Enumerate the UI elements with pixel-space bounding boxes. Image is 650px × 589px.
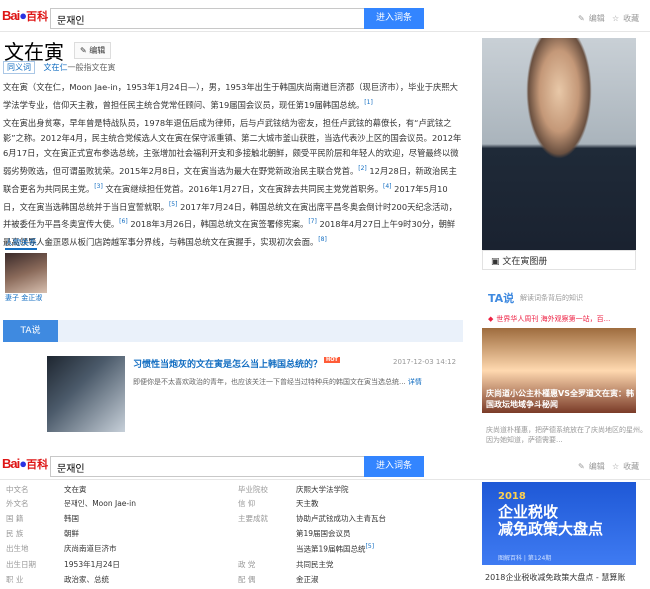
occupation-link[interactable]: 政治家、总统 (64, 574, 109, 585)
baidu-baike-logo[interactable]: Bai●百科 (2, 456, 48, 472)
top-search-bar: Bai●百科 문재인 进入词条 ✎ 编辑 ☆ 收藏 (0, 2, 650, 32)
pencil-icon: ✎ (80, 46, 87, 55)
ta-article-summary: 即便你是不太喜欢政治的青年，也应该关注一下曾经当过特种兵的韩国文在寅当选总统..… (133, 378, 422, 386)
relation-tabs: 人物关系 纠错 (5, 237, 61, 250)
ethnicity-link[interactable]: 朝鲜 (64, 528, 79, 539)
search-input[interactable]: 문재인 (50, 456, 364, 477)
ref-link[interactable]: [8] (318, 236, 327, 243)
album-icon: ▣ (491, 257, 500, 267)
collect-link[interactable]: ☆ 收藏 (612, 13, 639, 24)
ta-section-header: TA说 (3, 320, 463, 342)
tab-correction[interactable]: 纠错 (45, 238, 61, 247)
related-article-title[interactable]: 庆尚道小公主朴槿惠VS全罗道文在寅：韩国政坛地域争斗秘闻 (486, 388, 634, 410)
ref-link[interactable]: [6] (119, 218, 128, 225)
spouse-photo[interactable] (5, 253, 47, 293)
party-link[interactable]: 共同民主党 (296, 559, 334, 570)
table-row: 外文名 문재인、Moon Jae-in 信 仰天主教 (6, 499, 319, 508)
portrait-photo[interactable] (482, 38, 636, 250)
ref-link[interactable]: [1] (364, 99, 373, 106)
ta-article-title[interactable]: 习惯性当炮灰的文在寅是怎么当上韩国总统的？ HOT (133, 357, 340, 370)
bio-paragraph: 文在寅出身贫寒，早年曾是特战队员，1978年退伍后成为律师，后与卢武铉结为密友，… (3, 118, 462, 247)
ta-brand: TA说 (488, 292, 515, 305)
diamond-icon: ◆ (488, 315, 494, 323)
title-edit-button[interactable]: ✎ 编辑 (74, 42, 112, 59)
star-icon: ☆ (612, 462, 620, 471)
album-link[interactable]: ▣ 文在寅图册 (482, 250, 636, 270)
synonym-link[interactable]: 文在仁 (44, 63, 68, 72)
ref-link[interactable]: [5] (366, 543, 375, 550)
tab-relations[interactable]: 人物关系 (5, 238, 37, 250)
table-row: 职 业政治家、总统 配 偶金正淑 (6, 574, 319, 585)
promo-caption[interactable]: 2018企业税收减免政策大盘点 - 慧算账 (485, 572, 625, 583)
ta-label: TA说 (3, 320, 58, 342)
ref-link[interactable]: [3] (94, 183, 103, 190)
edit-link[interactable]: ✎ 编辑 (578, 13, 605, 24)
enter-entry-button[interactable]: 进入词条 (364, 8, 424, 29)
ref-link[interactable]: [5] (169, 201, 178, 208)
table-row: 出生日期 1953年1月24日 政 党共同民主党 (6, 559, 334, 570)
achievement-link[interactable]: 协助卢武铉成功入主青瓦台 (296, 513, 386, 524)
star-icon: ☆ (612, 14, 620, 23)
ref-link[interactable]: [2] (358, 165, 367, 172)
table-row: 国 籍韩国 主要成就 协助卢武铉成功入主青瓦台 (6, 513, 386, 524)
birthplace-link[interactable]: 庆尚南道巨济市 (64, 543, 117, 554)
synonym-tag: 同义词 (3, 61, 35, 74)
summary-paragraph: 文在寅（文在仁，Moon Jae-in，1953年1月24日—），男，1953年… (3, 82, 458, 110)
baidu-baike-logo[interactable]: Bai●百科 (2, 8, 48, 24)
synonym-text: 一般指文在寅 (67, 63, 116, 72)
spouse-caption[interactable]: 妻子 金正淑 (5, 293, 42, 303)
spouse-link[interactable]: 金正淑 (296, 574, 319, 585)
pencil-icon: ✎ (578, 462, 585, 471)
ta-article-date: 2017-12-03 14:12 (393, 358, 457, 366)
edit-link[interactable]: ✎ 编辑 (578, 461, 605, 472)
table-row: 民 族朝鲜 第19届国会议员 (6, 528, 351, 539)
ref-link[interactable]: [4] (383, 183, 392, 190)
collect-link[interactable]: ☆ 收藏 (612, 461, 639, 472)
pencil-icon: ✎ (578, 14, 585, 23)
detail-link[interactable]: 详情 (408, 378, 422, 386)
related-article-summary: 庆尚道朴槿惠，把萨德系统放在了庆尚地区的星州。因为她知道，萨德需要... (486, 426, 647, 444)
table-row: 中文名 文在寅 毕业院校 庆熙大学法学院 (6, 485, 349, 494)
hot-badge: HOT (324, 357, 340, 363)
ta-article-thumbnail[interactable] (47, 356, 125, 432)
report-item[interactable]: ◆ 世界华人周刊 海外观察第一站，百... (488, 314, 613, 324)
search-input[interactable]: 문재인 (50, 8, 364, 29)
sticky-search-bar: Bai●百科 문재인 进入词条 ✎ 编辑 ☆ 收藏 (0, 450, 650, 480)
polysemy-line: 同义词 文在仁一般指文在寅 (3, 61, 116, 74)
promo-banner[interactable]: 2018 企业税收 减免政策大盘点 图解百科 | 第124期 (482, 482, 636, 565)
enter-entry-button[interactable]: 进入词条 (364, 456, 424, 477)
table-row: 出生地 庆尚南道巨济市 当选第19届韩国总统[5] (6, 543, 375, 554)
ta-subtitle: 解读词条背后的知识 (520, 294, 583, 302)
ref-link[interactable]: [7] (308, 218, 317, 225)
